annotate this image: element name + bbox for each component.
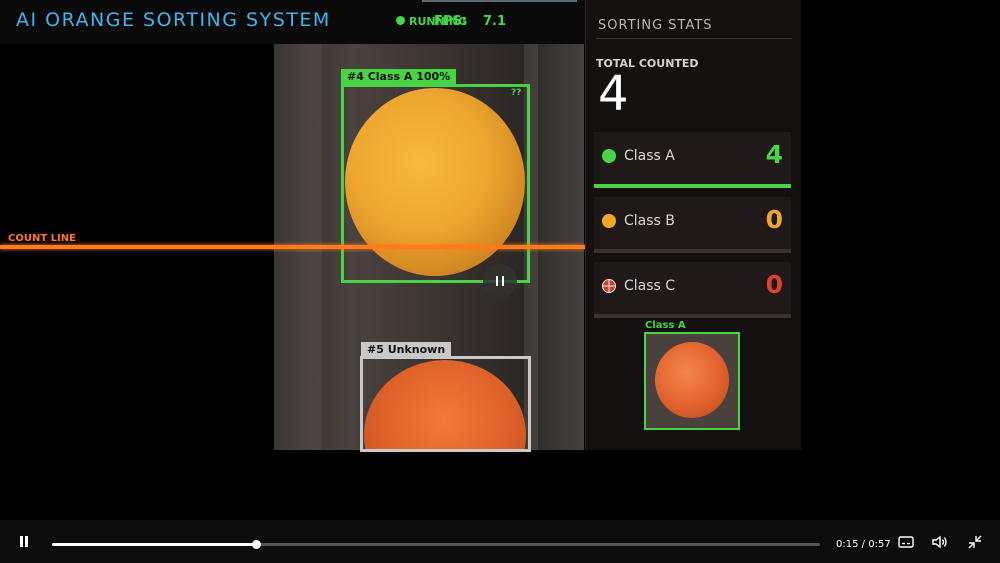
pause-icon-bar: [502, 276, 504, 286]
count-line-label: COUNT LINE: [8, 233, 76, 244]
play-pause-button[interactable]: [16, 534, 32, 550]
class-c-dot-icon: [602, 279, 616, 293]
header-accent: [422, 0, 577, 2]
detection-box-unknown: [360, 356, 531, 452]
last-sample-orange: [655, 342, 729, 418]
class-b-dot-icon: [602, 214, 616, 228]
last-sample-thumbnail: [644, 332, 740, 430]
captions-button[interactable]: [897, 534, 915, 550]
class-b-count: 0: [765, 205, 783, 234]
count-line: [0, 245, 585, 249]
class-row-a: Class A 4: [594, 132, 791, 188]
volume-button[interactable]: [931, 534, 949, 550]
pause-icon: [496, 276, 498, 286]
class-c-bar: [594, 314, 791, 318]
class-row-b: Class B 0: [594, 197, 791, 253]
duration: 0:57: [868, 539, 891, 550]
seek-bar-progress: [52, 543, 256, 546]
detection-label-class-a: #4 Class A 100%: [341, 69, 457, 85]
last-sample-label: Class A: [645, 320, 686, 331]
current-time: 0:15: [836, 539, 859, 550]
pause-icon-bar: [25, 536, 28, 547]
center-pause-button[interactable]: [483, 264, 517, 298]
class-c-name: Class C: [624, 278, 676, 294]
fps-value: 7.1: [483, 14, 507, 29]
stats-title: SORTING STATS: [598, 18, 713, 33]
app-header: AI ORANGE SORTING SYSTEM RUNNING FPS: 7.…: [0, 0, 585, 44]
captions-icon: [898, 536, 914, 548]
class-a-name: Class A: [624, 148, 675, 164]
detection-label-unknown: #5 Unknown: [361, 342, 452, 358]
class-a-dot-icon: [602, 149, 616, 163]
class-b-bar: [594, 249, 791, 253]
seek-handle[interactable]: [251, 540, 261, 549]
class-row-c: Class C 0: [594, 262, 791, 318]
stats-divider: [596, 38, 792, 39]
pause-icon: [20, 536, 23, 547]
volume-icon: [932, 535, 947, 549]
total-counted-value: 4: [598, 66, 629, 122]
exit-fullscreen-button[interactable]: [966, 534, 984, 550]
class-a-bar: [594, 184, 791, 188]
running-status-icon: [396, 16, 405, 25]
class-a-count: 4: [765, 140, 783, 169]
player-controls: 0:15 / 0:57: [0, 520, 1000, 563]
detection-corner-tag: ??: [511, 88, 522, 98]
class-c-count: 0: [765, 270, 783, 299]
app-title: AI ORANGE SORTING SYSTEM: [16, 9, 331, 31]
exit-fullscreen-icon: [968, 535, 982, 549]
class-b-name: Class B: [624, 213, 675, 229]
detection-box-class-a: [341, 84, 530, 283]
fps-label: FPS:: [434, 14, 467, 29]
video-stage: AI ORANGE SORTING SYSTEM RUNNING FPS: 7.…: [0, 0, 1000, 520]
time-separator: /: [861, 539, 866, 550]
seek-bar[interactable]: [52, 540, 820, 549]
time-display: 0:15 / 0:57: [836, 539, 891, 550]
